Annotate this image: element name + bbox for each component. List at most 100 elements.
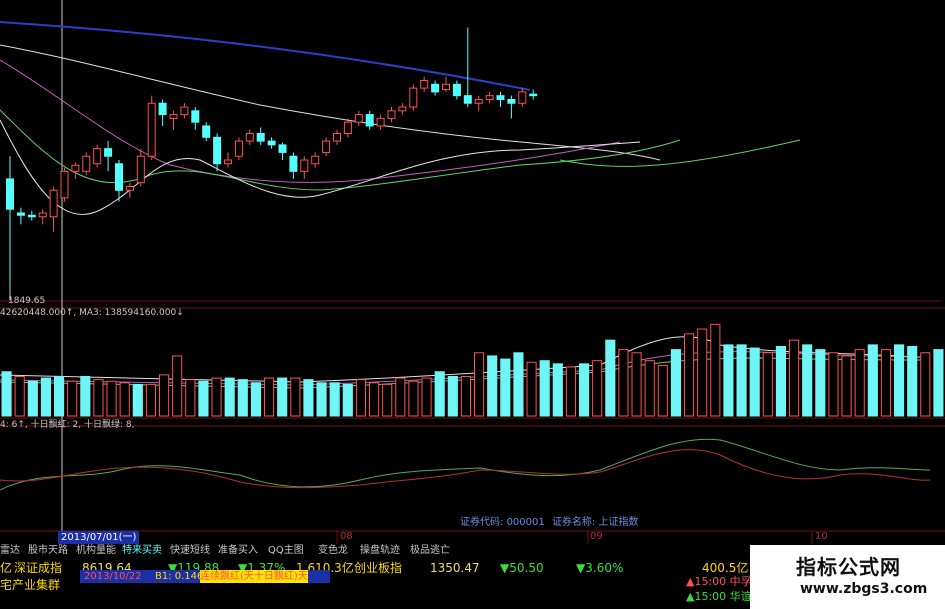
tab-zhunbei-mairu[interactable]: 准备买入 bbox=[218, 544, 258, 558]
candle-body bbox=[311, 155, 320, 165]
volume-indicator-readout: 4: 6↑, 十日飘红: 2, 十日飘绿: 8, bbox=[0, 420, 135, 430]
volume-bar bbox=[670, 349, 681, 417]
candle-body bbox=[365, 114, 374, 127]
candle-body bbox=[485, 95, 494, 100]
candle-body bbox=[354, 114, 363, 123]
volume-bar bbox=[631, 352, 642, 417]
ticker-value-chuangye: 1350.47 bbox=[430, 561, 480, 575]
volume-bar bbox=[80, 375, 91, 417]
volume-bar bbox=[880, 349, 891, 417]
volume-bar bbox=[159, 374, 170, 417]
volume-bar bbox=[342, 383, 353, 417]
candle-body bbox=[213, 136, 222, 165]
tab-bianselong[interactable]: 变色龙 bbox=[318, 544, 348, 558]
volume-bar bbox=[329, 382, 340, 417]
signal-text: 连续飘红(天十日飘红)天 bbox=[200, 570, 308, 583]
volume-bar bbox=[185, 379, 196, 417]
volume-bar bbox=[395, 377, 406, 417]
candle-body bbox=[49, 189, 58, 218]
volume-bar bbox=[802, 344, 813, 417]
volume-bar bbox=[369, 382, 380, 417]
volume-bar bbox=[684, 333, 695, 417]
indicator-green-line bbox=[0, 438, 931, 491]
candle-body bbox=[27, 214, 36, 218]
candle-body bbox=[82, 155, 91, 172]
candle-body bbox=[202, 125, 211, 138]
candle-body bbox=[496, 95, 505, 100]
candle-body bbox=[256, 133, 265, 142]
volume-bar bbox=[67, 380, 78, 417]
candle-body bbox=[169, 114, 178, 119]
candle-body bbox=[376, 117, 385, 127]
candle-body bbox=[104, 148, 113, 157]
volume-bar bbox=[854, 349, 865, 417]
candle-body bbox=[431, 83, 440, 93]
ticker-name-shenzhen[interactable]: 深证成指 bbox=[14, 561, 62, 576]
tab-qq-zhutu[interactable]: QQ主图 bbox=[268, 544, 304, 558]
month-marker-10: 10 bbox=[815, 531, 828, 542]
candle-body bbox=[398, 106, 407, 112]
volume-bar bbox=[841, 355, 852, 417]
candle-body bbox=[234, 140, 243, 157]
candle-body bbox=[115, 163, 123, 191]
tab-gushi-tianlu[interactable]: 股市天路 bbox=[28, 544, 68, 558]
candle-body bbox=[158, 102, 167, 116]
candle-body bbox=[38, 212, 47, 218]
candle-body bbox=[147, 102, 156, 157]
date-cursor-label: 2013/07/01(一) bbox=[58, 531, 140, 544]
volume-bar bbox=[775, 345, 786, 417]
watermark-title: 指标公式网 bbox=[796, 555, 901, 579]
volume-bar bbox=[303, 379, 314, 417]
volume-bar bbox=[132, 383, 143, 417]
volume-bar bbox=[933, 349, 944, 417]
volume-bar bbox=[408, 380, 419, 417]
volume-bar bbox=[815, 349, 826, 417]
month-marker-09: 09 bbox=[590, 531, 603, 542]
news-line-2[interactable]: ▲15:00 华谊 bbox=[686, 589, 752, 604]
volume-bar bbox=[657, 364, 668, 417]
volume-bar bbox=[421, 377, 432, 417]
info-line: 证券代码: 000001 证券名称: 上证指数 bbox=[460, 517, 639, 528]
volume-bar bbox=[618, 349, 629, 417]
candle-body bbox=[518, 91, 527, 104]
volume-bar bbox=[264, 377, 275, 417]
volume-bar bbox=[487, 355, 498, 417]
volume-bar bbox=[565, 366, 576, 417]
candle-body bbox=[463, 95, 472, 104]
ticker-name-chuangye[interactable]: 创业板指 bbox=[354, 561, 402, 576]
volume-bar bbox=[27, 380, 38, 417]
volume-bar bbox=[526, 361, 537, 417]
tab-telai-maimai[interactable]: 特来买卖 bbox=[122, 544, 162, 558]
tab-jigou-liangneng[interactable]: 机构量能 bbox=[76, 544, 116, 558]
ticker-change-chuangye: ▼50.50 bbox=[500, 561, 544, 575]
volume-bar bbox=[198, 380, 209, 417]
candle-body bbox=[333, 133, 341, 142]
tab-jipin-taowang[interactable]: 极品逃亡 bbox=[410, 544, 450, 558]
volume-bar bbox=[539, 360, 550, 417]
tab-leida[interactable]: 雷达 bbox=[0, 544, 20, 558]
candle-body bbox=[125, 185, 134, 191]
news-line-1[interactable]: ▲15:00 中孚 bbox=[686, 574, 752, 589]
volume-bar bbox=[697, 328, 708, 417]
name-value: 上证指数 bbox=[598, 517, 639, 528]
volume-bar bbox=[460, 375, 471, 417]
volume-bar bbox=[237, 379, 248, 417]
candle-body bbox=[191, 110, 200, 123]
name-label: 证券名称: bbox=[551, 517, 596, 528]
price-low-label: 1849.65 bbox=[8, 296, 46, 306]
volume-bar bbox=[316, 382, 327, 417]
sector-name[interactable]: 宅产业集群 bbox=[0, 578, 60, 593]
volume-bar bbox=[93, 379, 104, 417]
volume-bar bbox=[1, 371, 12, 417]
tab-kuaisu-duanxian[interactable]: 快速短线 bbox=[170, 544, 210, 558]
watermark-url: www.zbgs3.com bbox=[800, 581, 928, 597]
candle-body bbox=[507, 98, 516, 104]
tab-caopan-guiji[interactable]: 操盘轨迹 bbox=[360, 544, 400, 558]
candle-body bbox=[529, 93, 538, 97]
ticker-prefix: 亿 bbox=[0, 561, 13, 575]
candle-body bbox=[322, 140, 331, 153]
volume-bar bbox=[224, 377, 235, 417]
volume-bar bbox=[592, 360, 603, 417]
volume-bar bbox=[789, 339, 800, 417]
code-value: 000001 bbox=[506, 517, 545, 528]
